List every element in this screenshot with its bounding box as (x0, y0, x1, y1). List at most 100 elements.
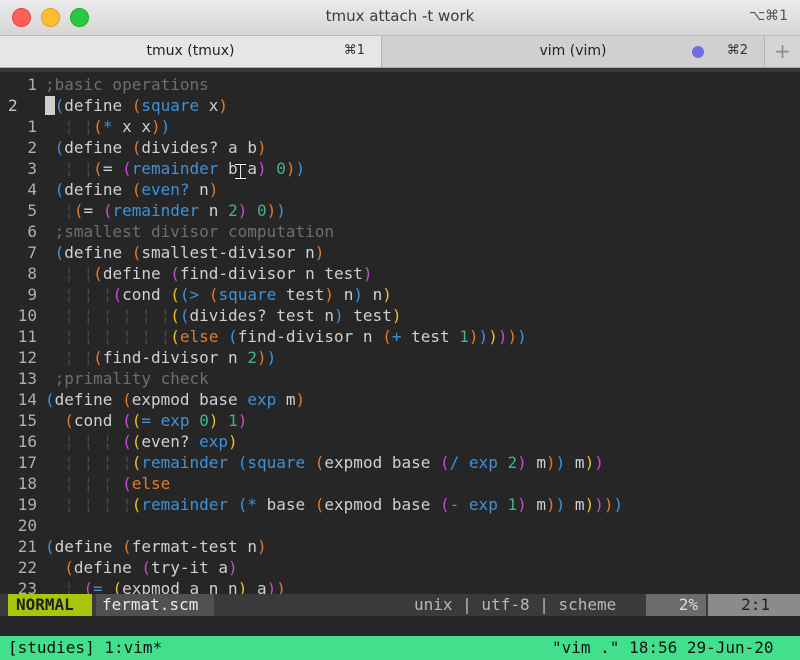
code-token: find-divisor n (237, 327, 383, 346)
code-token: n (362, 285, 383, 304)
code-token: ) (256, 138, 267, 157)
tab-label: tmux (tmux) (146, 43, 235, 59)
code-token: 0 (276, 159, 286, 178)
code-token: ( (64, 558, 74, 577)
editor-line[interactable]: 1 ¦ ¦(* x x)) (0, 116, 800, 137)
code-token: expmod base (324, 495, 440, 514)
code-token: x (199, 96, 219, 115)
code-token: define (102, 264, 171, 283)
code-token: ) (237, 411, 248, 430)
line-number: 17 (17, 453, 37, 472)
editor-line[interactable]: 4 (define (even? n) (0, 179, 800, 200)
code-token: ( (237, 495, 248, 514)
line-code: ;smallest divisor computation (42, 221, 334, 242)
code-token: ( (131, 180, 142, 199)
editor-line[interactable]: 16 ¦ ¦ ¦ ((even? exp) (0, 431, 800, 452)
editor-line[interactable]: 13 ;primality check (0, 368, 800, 389)
editor-line[interactable]: 14 (define (expmod base exp m) (0, 389, 800, 410)
code-token: define (54, 537, 123, 556)
vim-command-line[interactable] (0, 616, 800, 636)
code-token: ) (150, 117, 161, 136)
code-token: ) (584, 453, 595, 472)
code-token: ) (314, 243, 325, 262)
editor-line[interactable]: 21 (define (fermat-test n) (0, 536, 800, 557)
code-token: expmod base (324, 453, 440, 472)
line-number: 2 (8, 96, 18, 115)
line-number: 1 (27, 75, 37, 94)
line-number: 16 (17, 432, 37, 451)
line-number: 14 (17, 390, 37, 409)
code-token: n (334, 285, 354, 304)
code-token: ( (131, 243, 142, 262)
code-token: m (565, 453, 585, 472)
vim-editor[interactable]: 1 ;basic operations 2 (define (square x) 1 … (0, 68, 800, 598)
code-token: ) (266, 348, 277, 367)
line-number: 4 (27, 180, 37, 199)
editor-line[interactable]: 19 ¦ ¦ ¦ ¦(remainder (* base (expmod bas… (0, 494, 800, 515)
line-code: (cond ((= exp 0) 1) (42, 410, 247, 431)
new-tab-button[interactable]: + (765, 36, 800, 67)
editor-line[interactable]: 18 ¦ ¦ ¦ (else (0, 473, 800, 494)
editor-line[interactable]: 17 ¦ ¦ ¦ ¦(remainder (square (expmod bas… (0, 452, 800, 473)
editor-line[interactable]: 2 (define (square x) (0, 95, 800, 116)
code-token: ) (613, 495, 624, 514)
code-token: exp (468, 453, 498, 472)
code-token: ) (295, 159, 306, 178)
code-token: ¦ ¦ ¦ (45, 285, 113, 304)
code-token: ) (382, 285, 392, 304)
editor-line[interactable]: 8 ¦ ¦(define (find-divisor n test) (0, 263, 800, 284)
editor-line[interactable]: 3 ¦ ¦(= (remainder b a) 0)) (0, 158, 800, 179)
line-code: ¦ ¦ ¦ ¦(remainder (square (expmod base (… (42, 452, 604, 473)
code-token: ) (546, 453, 556, 472)
code-token: ) (546, 495, 556, 514)
tab-shortcut: ⌘1 (343, 43, 365, 58)
editor-line[interactable]: 2 (define (divides? a b) (0, 137, 800, 158)
tab-tmux[interactable]: tmux (tmux) ⌘1 (0, 36, 382, 67)
line-code: ¦ ¦(= (remainder b a) 0)) (42, 158, 305, 179)
code-token: ) (391, 306, 402, 325)
editor-line[interactable]: 5 ¦(= (remainder n 2) 0)) (0, 200, 800, 221)
line-number: 15 (17, 411, 37, 430)
code-token: ( (440, 495, 450, 514)
code-token: exp (247, 390, 277, 409)
code-token: n (199, 201, 229, 220)
code-token: remainder (131, 159, 219, 178)
editor-line[interactable]: 15 (cond ((= exp 0) 1) (0, 410, 800, 431)
code-token: ( (93, 264, 103, 283)
text-cursor-icon: ⌶ (234, 160, 248, 185)
activity-indicator-icon (692, 46, 704, 58)
tab-vim[interactable]: vim (vim) ⌘2 (382, 36, 765, 67)
line-code: ¦ ¦ ¦(cond ((> (square test) n) n) (42, 284, 392, 305)
editor-line[interactable]: 20 (0, 515, 800, 536)
line-code: (define (try-it a) (42, 557, 237, 578)
editor-line[interactable]: 9 ¦ ¦ ¦(cond ((> (square test) n) n) (0, 284, 800, 305)
editor-line[interactable]: 12 ¦ ¦(find-divisor n 2)) (0, 347, 800, 368)
code-token: ¦ ¦ ¦ ¦ (45, 453, 132, 472)
editor-line[interactable]: 1 ;basic operations (0, 74, 800, 95)
vim-file-info: unix | utf-8 | scheme (414, 595, 617, 614)
code-token: * (102, 117, 113, 136)
editor-line[interactable]: 10 ¦ ¦ ¦ ¦ ¦ ¦((divides? test n) test) (0, 305, 800, 326)
code-token: ) (276, 201, 286, 220)
code-token: remainder (112, 201, 200, 220)
window-title: tmux attach -t work (325, 7, 475, 25)
line-code: (define (divides? a b) (42, 137, 267, 158)
editor-line[interactable]: 22 (define (try-it a) (0, 557, 800, 578)
code-token: ) (285, 159, 296, 178)
editor-line[interactable]: 11 ¦ ¦ ¦ ¦ ¦ ¦(else (find-divisor n (+ t… (0, 326, 800, 347)
code-token: ( (73, 201, 84, 220)
code-token: ( (45, 390, 55, 409)
code-token: ( (93, 159, 103, 178)
code-token: ) (507, 327, 518, 346)
editor-line[interactable]: 6 ;smallest divisor computation (0, 221, 800, 242)
editor-line[interactable]: 7 (define (smallest-divisor n) (0, 242, 800, 263)
code-token: ) (256, 159, 267, 178)
code-token: else (179, 327, 229, 346)
code-token: 1 (507, 495, 518, 514)
